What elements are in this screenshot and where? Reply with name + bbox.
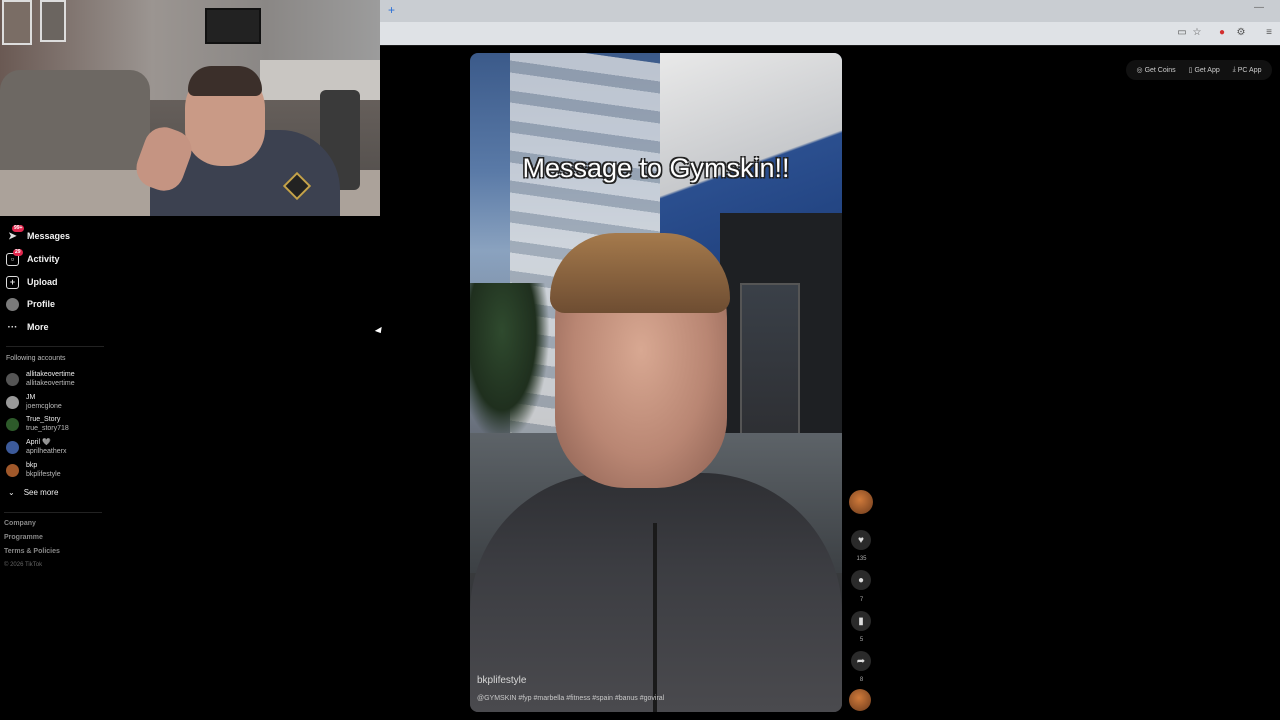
sidebar-item-label: Activity (27, 254, 60, 264)
notification-badge: 99+ (12, 224, 25, 232)
share-button[interactable]: ➦ (851, 651, 871, 671)
video-player[interactable]: Message to Gymskin!! bkplifestyle @GYMSK… (470, 53, 842, 712)
avatar (6, 440, 19, 454)
get-app-label: Get App (1194, 66, 1220, 74)
account-name: JM (26, 394, 36, 401)
avatar (6, 395, 19, 409)
wall-picture (2, 0, 32, 45)
account-name: bkp (26, 462, 38, 469)
account-handle: aprilheatherx (26, 448, 67, 455)
sofa (0, 70, 150, 180)
following-account-item[interactable]: allitakeovertime allitakeovertime (6, 370, 75, 388)
bookmark-icon: ▮ (858, 615, 864, 627)
share-icon: ➦ (856, 655, 866, 667)
avatar (6, 372, 19, 386)
download-icon: ⤓ (1232, 66, 1236, 73)
avatar (6, 417, 19, 431)
get-app-link[interactable]: ▯ Get App (1188, 66, 1220, 75)
sidebar-item-label: Messages (27, 231, 71, 241)
account-handle: allitakeovertime (26, 380, 75, 387)
heart-icon: ♥ (858, 534, 864, 546)
more-dots-icon: ··· (7, 321, 18, 333)
footer-link-company[interactable]: Company (4, 520, 36, 527)
notification-badge: 29 (13, 248, 23, 256)
account-handle: bkplifestyle (26, 471, 61, 478)
minimize-window-button[interactable]: — (1254, 2, 1264, 13)
like-count: 135 (856, 556, 867, 562)
menu-icon[interactable]: ≡ (1262, 26, 1276, 40)
browser-toolbar: ▭ ☆ ● ⚙ ≡ (380, 22, 1280, 46)
creator-avatar[interactable] (849, 490, 873, 514)
plus-box-icon: + (6, 275, 19, 289)
like-button[interactable]: ♥ (851, 530, 871, 550)
divider (6, 346, 104, 347)
avatar (6, 297, 19, 311)
sidebar-item-more[interactable]: ··· More (6, 318, 49, 336)
comment-count: 7 (859, 597, 864, 603)
account-handle: true_story718 (26, 425, 69, 432)
television (205, 8, 261, 44)
jacket-zip (653, 523, 657, 712)
account-name: True_Story (26, 416, 61, 423)
extensions-icon[interactable]: ⚙ (1234, 26, 1248, 40)
get-coins-label: Get Coins (1144, 66, 1176, 74)
phone-icon: ▯ (1188, 67, 1193, 74)
mouse-cursor (374, 326, 385, 336)
browser-tab-strip: + — (380, 0, 1280, 22)
avatar (6, 463, 19, 477)
palm-tree (470, 283, 550, 443)
star-icon[interactable]: ☆ (1190, 26, 1204, 40)
account-handle: joemcglone (26, 403, 62, 410)
following-account-item[interactable]: JM joemcglone (6, 393, 62, 411)
sidebar-item-profile[interactable]: Profile (6, 295, 55, 313)
share-count: 8 (859, 677, 864, 683)
top-right-links: ◎ Get Coins ▯ Get App ⤓ PC App (1126, 60, 1272, 80)
footer-link-programme[interactable]: Programme (4, 534, 43, 541)
creator-hair (550, 233, 730, 313)
wall-picture (40, 0, 66, 42)
sidebar-item-activity[interactable]: ▫ 29 Activity (6, 248, 60, 268)
save-count: 5 (859, 637, 864, 643)
following-account-item[interactable]: True_Story true_story718 (6, 415, 69, 433)
sidebar-item-upload[interactable]: + Upload (6, 273, 58, 291)
see-more-button[interactable]: ⌄ See more (8, 488, 58, 497)
footer-link-terms[interactable]: Terms & Policies (4, 548, 60, 555)
new-tab-button[interactable]: + (388, 3, 395, 17)
cast-icon[interactable]: ▭ (1175, 26, 1189, 40)
activity-inbox-icon: ▫ 29 (6, 248, 23, 266)
video-username[interactable]: bkplifestyle (477, 675, 526, 686)
paper-plane-icon: ➤ 99+ (8, 224, 25, 242)
get-coins-link[interactable]: ◎ Get Coins (1136, 66, 1176, 75)
chevron-down-icon: ⌄ (8, 488, 15, 497)
streamer-hair (188, 66, 262, 96)
left-sidebar: ➤ 99+ Messages ▫ 29 Activity + Upload Prof… (0, 216, 120, 720)
sidebar-item-label: Profile (27, 299, 56, 309)
sidebar-item-messages[interactable]: ➤ 99+ Messages (6, 224, 71, 245)
see-more-label: See more (23, 488, 59, 497)
sidebar-item-label: Upload (27, 277, 58, 287)
account-name: allitakeovertime (26, 371, 75, 378)
following-accounts-title: Following accounts (6, 355, 66, 362)
coin-icon: ◎ (1136, 67, 1143, 74)
video-caption: @GYMSKIN #fyp #marbella #fitness #spain … (477, 695, 665, 702)
pc-app-label: PC App (1237, 66, 1262, 74)
pc-app-link[interactable]: ⤓ PC App (1233, 66, 1262, 74)
comment-icon: ● (857, 574, 865, 586)
sound-avatar[interactable] (849, 689, 871, 711)
comment-button[interactable]: ● (851, 570, 871, 590)
account-name: April 🩶 (26, 439, 51, 446)
video-overlay-title: Message to Gymskin!! (522, 153, 790, 183)
divider (4, 512, 102, 513)
pinterest-icon[interactable]: ● (1215, 26, 1229, 40)
webcam-overlay (0, 0, 380, 216)
sidebar-item-label: More (27, 322, 49, 332)
following-account-item[interactable]: April 🩶 aprilheatherx (6, 438, 66, 456)
save-button[interactable]: ▮ (851, 611, 871, 631)
following-account-item[interactable]: bkp bkplifestyle (6, 461, 61, 479)
copyright: © 2026 TikTok (4, 562, 43, 568)
